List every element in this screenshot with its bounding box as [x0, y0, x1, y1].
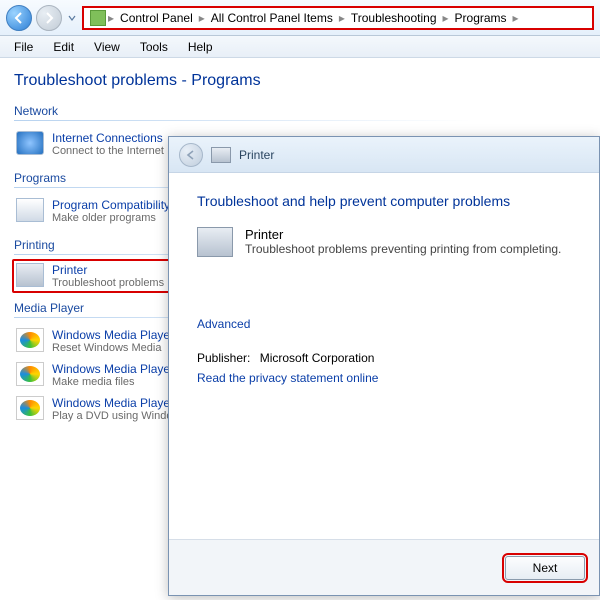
breadcrumb-item[interactable]: All Control Panel Items	[207, 11, 337, 25]
list-item-sub: Troubleshoot problems	[52, 277, 164, 289]
wmp-icon	[16, 328, 44, 352]
list-item-sub: Reset Windows Media	[52, 342, 174, 354]
printer-icon	[211, 147, 231, 163]
list-item-title: Windows Media Player	[52, 396, 186, 410]
wizard-item-title: Printer	[245, 227, 561, 242]
chevron-right-icon: ▸	[108, 11, 114, 25]
nav-history-dropdown[interactable]	[66, 14, 78, 22]
menu-view[interactable]: View	[86, 38, 128, 56]
wizard-item: Printer Troubleshoot problems preventing…	[197, 227, 571, 257]
nav-forward-button[interactable]	[36, 5, 62, 31]
list-item-sub: Connect to the Internet	[52, 145, 164, 157]
wmp-icon	[16, 396, 44, 420]
list-item-title: Printer	[52, 263, 164, 277]
wizard-heading: Troubleshoot and help prevent computer p…	[197, 193, 571, 209]
list-item-title: Internet Connections	[52, 131, 164, 145]
chevron-right-icon: ▸	[443, 11, 449, 25]
list-item-title: Program Compatibility	[52, 198, 170, 212]
breadcrumb-item[interactable]: Programs	[451, 11, 511, 25]
wizard-footer: Next	[169, 539, 599, 595]
publisher-line: Publisher: Microsoft Corporation	[197, 351, 571, 365]
troubleshooter-wizard: Printer Troubleshoot and help prevent co…	[168, 136, 600, 596]
privacy-link[interactable]: Read the privacy statement online	[197, 371, 571, 385]
breadcrumb[interactable]: ▸ Control Panel ▸ All Control Panel Item…	[82, 6, 594, 30]
breadcrumb-item[interactable]: Troubleshooting	[347, 11, 441, 25]
wizard-title-text: Printer	[239, 148, 274, 162]
next-button[interactable]: Next	[505, 556, 585, 580]
publisher-value: Microsoft Corporation	[260, 351, 375, 365]
menu-file[interactable]: File	[6, 38, 41, 56]
list-item-sub: Make media files	[52, 376, 174, 388]
wizard-item-sub: Troubleshoot problems preventing printin…	[245, 242, 561, 256]
list-item-title: Windows Media Player	[52, 362, 174, 376]
breadcrumb-item[interactable]: Control Panel	[116, 11, 197, 25]
wizard-titlebar: Printer	[169, 137, 599, 173]
chevron-right-icon: ▸	[199, 11, 205, 25]
section-heading-network: Network	[14, 104, 586, 118]
address-bar: ▸ Control Panel ▸ All Control Panel Item…	[0, 0, 600, 36]
control-panel-icon	[90, 10, 106, 26]
chevron-right-icon: ▸	[339, 11, 345, 25]
list-item-sub: Make older programs	[52, 212, 170, 224]
advanced-link[interactable]: Advanced	[197, 317, 571, 331]
list-item-sub: Play a DVD using Windows	[52, 410, 186, 422]
wmp-icon	[16, 362, 44, 386]
nav-back-button[interactable]	[6, 5, 32, 31]
page-title: Troubleshoot problems - Programs	[14, 72, 586, 90]
menu-tools[interactable]: Tools	[132, 38, 176, 56]
wizard-back-button[interactable]	[179, 143, 203, 167]
chevron-right-icon: ▸	[513, 11, 519, 25]
printer-icon	[197, 227, 233, 257]
menu-bar: File Edit View Tools Help	[0, 36, 600, 58]
menu-edit[interactable]: Edit	[45, 38, 82, 56]
program-icon	[16, 198, 44, 222]
list-item-title: Windows Media Player	[52, 328, 174, 342]
section-rule	[14, 120, 586, 121]
globe-icon	[16, 131, 44, 155]
wizard-body: Troubleshoot and help prevent computer p…	[169, 173, 599, 539]
menu-help[interactable]: Help	[180, 38, 221, 56]
printer-icon	[16, 263, 44, 287]
publisher-label: Publisher:	[197, 351, 250, 365]
